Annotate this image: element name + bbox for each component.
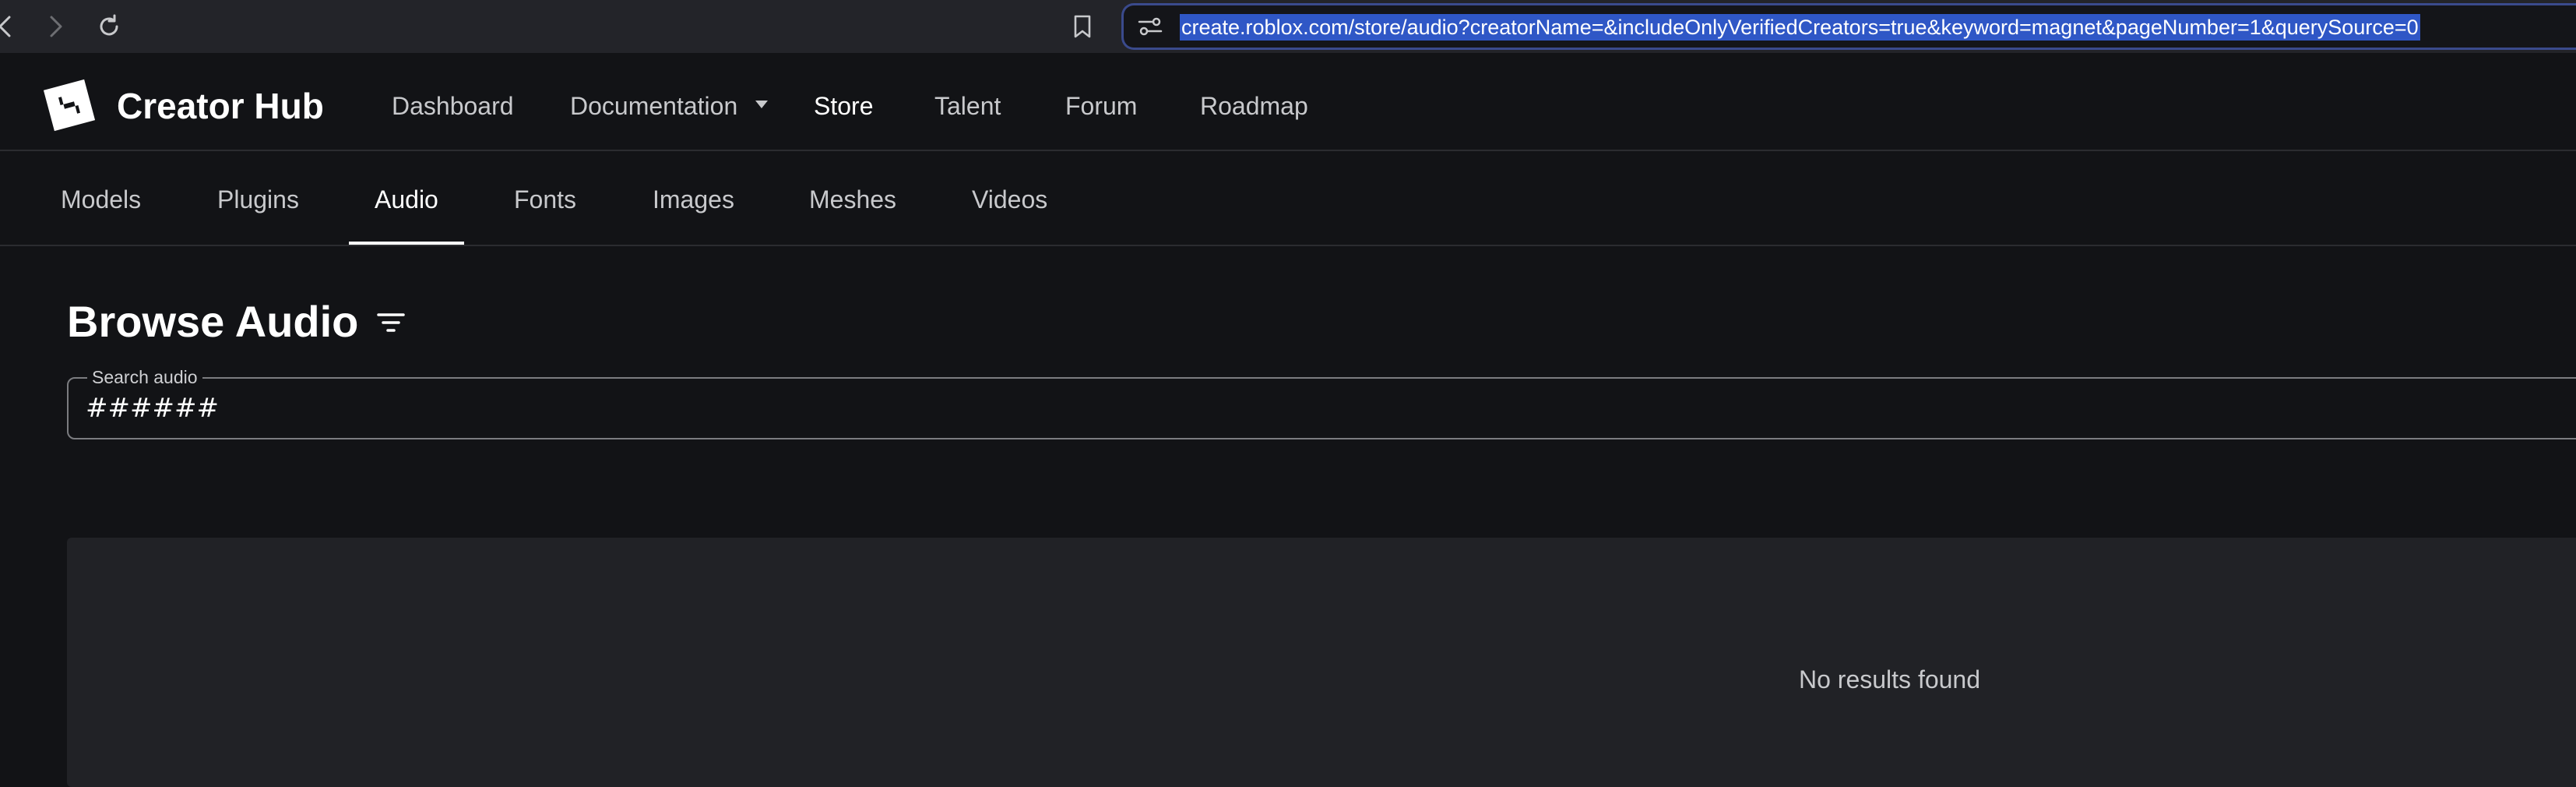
tab-images[interactable]: Images [653, 184, 734, 215]
caret-down-icon[interactable] [754, 100, 769, 109]
tab-meshes[interactable]: Meshes [809, 184, 896, 215]
bookmark-icon [1074, 15, 1091, 38]
url-text[interactable]: create.roblox.com/store/audio?creatorNam… [1180, 14, 2420, 41]
search-input[interactable]: ###### [86, 393, 219, 424]
nav-talent[interactable]: Talent [934, 90, 1001, 122]
reload-icon [100, 14, 118, 36]
search-field-label: Search audio [87, 366, 202, 388]
back-button[interactable] [0, 11, 20, 42]
nav-store[interactable]: Store [814, 90, 873, 122]
tab-audio[interactable]: Audio [375, 184, 438, 215]
store-category-tabs: Models Plugins Audio Fonts Images Meshes… [0, 153, 2576, 246]
nav-roadmap[interactable]: Roadmap [1200, 90, 1308, 122]
reload-button[interactable] [93, 11, 125, 42]
roblox-logo-icon[interactable] [40, 76, 98, 134]
tab-fonts[interactable]: Fonts [514, 184, 576, 215]
forward-icon [50, 16, 62, 37]
active-tab-indicator [349, 242, 464, 245]
empty-state-message: No results found [1799, 665, 1981, 693]
results-panel [67, 538, 2576, 787]
nav-dashboard[interactable]: Dashboard [392, 90, 514, 122]
tab-videos[interactable]: Videos [972, 184, 1047, 215]
site-header: Creator Hub Dashboard Documentation Stor… [0, 53, 2576, 151]
browser-toolbar: create.roblox.com/store/audio?creatorNam… [0, 0, 2576, 53]
bookmark-button[interactable] [1067, 11, 1098, 42]
nav-forum[interactable]: Forum [1065, 90, 1137, 122]
address-bar[interactable]: create.roblox.com/store/audio?creatorNam… [1121, 3, 2576, 50]
nav-documentation[interactable]: Documentation [570, 90, 737, 122]
tab-plugins[interactable]: Plugins [217, 184, 299, 215]
forward-button[interactable] [40, 11, 72, 42]
search-audio-field[interactable]: Search audio ###### [67, 366, 2576, 439]
tab-models[interactable]: Models [61, 184, 141, 215]
site-info-icon[interactable] [1138, 16, 1163, 37]
back-icon [0, 16, 11, 37]
site-logo-text[interactable]: Creator Hub [117, 84, 324, 128]
page-title: Browse Audio [67, 297, 359, 346]
filter-icon[interactable] [374, 309, 408, 337]
